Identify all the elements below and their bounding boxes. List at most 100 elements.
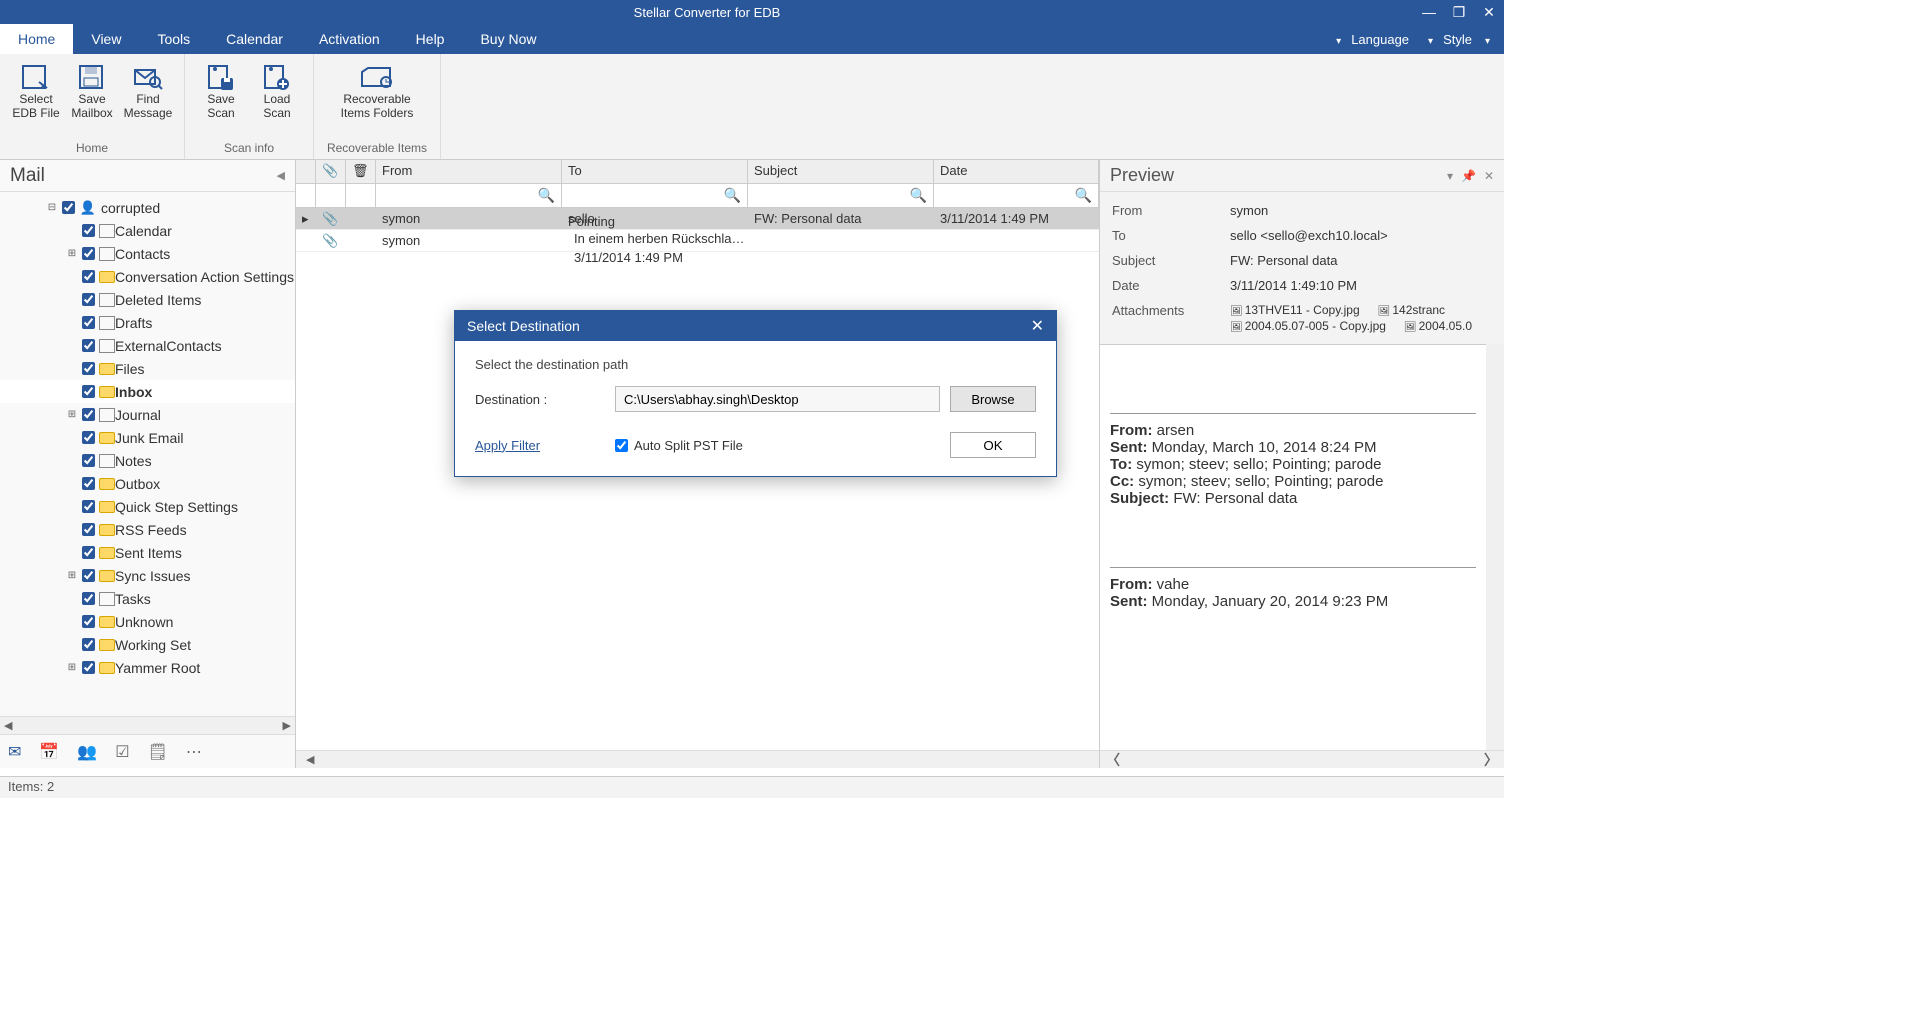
preview-dropdown-icon[interactable]: ▾ xyxy=(1447,169,1453,183)
sidebar-item-tasks[interactable]: Tasks xyxy=(0,587,295,610)
expand-icon[interactable]: ⊞ xyxy=(66,248,78,259)
tree-checkbox[interactable] xyxy=(82,592,95,605)
sidebar-item-conversation-action-settings[interactable]: Conversation Action Settings xyxy=(0,265,295,288)
calendar-view-icon[interactable]: 📅 xyxy=(39,742,59,762)
sidebar-item-sent-items[interactable]: Sent Items xyxy=(0,541,295,564)
sidebar-item-working-set[interactable]: Working Set xyxy=(0,633,295,656)
dialog-close-icon[interactable]: ✕ xyxy=(1031,316,1044,336)
minimize-icon[interactable]: — xyxy=(1414,4,1444,21)
more-views-icon[interactable]: ⋯ xyxy=(186,742,202,762)
column-subject[interactable]: Subject xyxy=(748,160,934,183)
tree-checkbox[interactable] xyxy=(82,247,95,260)
destination-input[interactable] xyxy=(615,386,940,412)
preview-pin-icon[interactable]: 📌 xyxy=(1461,169,1476,183)
expand-icon[interactable]: ⊞ xyxy=(66,409,78,420)
tree-checkbox[interactable] xyxy=(82,408,95,421)
sidebar-item-outbox[interactable]: Outbox xyxy=(0,472,295,495)
tab-calendar[interactable]: Calendar xyxy=(208,24,301,54)
style-dropdown[interactable]: Style xyxy=(1439,32,1476,47)
sidebar-scrollbar-horizontal[interactable]: ◀▶ xyxy=(0,716,295,734)
tree-checkbox[interactable] xyxy=(82,431,95,444)
close-icon[interactable]: ✕ xyxy=(1474,4,1504,21)
tasks-view-icon[interactable]: ☑ xyxy=(115,742,129,762)
sidebar-item-journal[interactable]: ⊞ Journal xyxy=(0,403,295,426)
mail-view-icon[interactable]: ✉ xyxy=(8,742,21,762)
find-message-button[interactable]: Find Message xyxy=(120,58,176,124)
tree-checkbox[interactable] xyxy=(82,615,95,628)
sidebar-collapse-icon[interactable]: ◀ xyxy=(277,169,285,182)
column-to[interactable]: To xyxy=(562,160,748,183)
tree-checkbox[interactable] xyxy=(82,362,95,375)
notes-view-icon[interactable]: 🗒 xyxy=(148,742,168,762)
preview-close-icon[interactable]: ✕ xyxy=(1484,169,1494,183)
tree-checkbox[interactable] xyxy=(62,201,75,214)
sidebar-item-calendar[interactable]: Calendar xyxy=(0,219,295,242)
language-dropdown-caret[interactable] xyxy=(1329,32,1345,47)
tree-checkbox[interactable] xyxy=(82,477,95,490)
auto-split-checkbox-label[interactable]: Auto Split PST File xyxy=(615,438,743,453)
tree-checkbox[interactable] xyxy=(82,546,95,559)
attachment-item[interactable]: 2004.05.0 xyxy=(1404,319,1472,333)
ok-button[interactable]: OK xyxy=(950,432,1036,458)
search-icon[interactable]: 🔍 xyxy=(1075,187,1092,204)
tree-checkbox[interactable] xyxy=(82,454,95,467)
load-scan-button[interactable]: Load Scan xyxy=(249,58,305,124)
sidebar-item-deleted-items[interactable]: Deleted Items xyxy=(0,288,295,311)
tree-checkbox[interactable] xyxy=(82,500,95,513)
sidebar-item-sync-issues[interactable]: ⊞ Sync Issues xyxy=(0,564,295,587)
sidebar-item-yammer-root[interactable]: ⊞ Yammer Root xyxy=(0,656,295,679)
sidebar-item-quick-step-settings[interactable]: Quick Step Settings xyxy=(0,495,295,518)
search-icon[interactable]: 🔍 xyxy=(538,187,555,204)
search-icon[interactable]: 🔍 xyxy=(724,187,741,204)
tree-checkbox[interactable] xyxy=(82,638,95,651)
recoverable-items-button[interactable]: Recoverable Items Folders xyxy=(322,58,432,124)
sidebar-item-inbox[interactable]: Inbox xyxy=(0,380,295,403)
sidebar-item-junk-email[interactable]: Junk Email xyxy=(0,426,295,449)
contacts-view-icon[interactable]: 👥 xyxy=(77,742,97,762)
tree-checkbox[interactable] xyxy=(82,385,95,398)
tab-home[interactable]: Home xyxy=(0,24,73,54)
auto-split-checkbox[interactable] xyxy=(615,439,628,452)
attachment-item[interactable]: 142stranc xyxy=(1378,303,1445,317)
tree-checkbox[interactable] xyxy=(82,523,95,536)
expand-icon[interactable]: ⊞ xyxy=(66,662,78,673)
tab-tools[interactable]: Tools xyxy=(139,24,208,54)
column-date[interactable]: Date xyxy=(934,160,1099,183)
tab-help[interactable]: Help xyxy=(398,24,463,54)
message-row[interactable]: 📎symonPointing In einem herben Rückschla… xyxy=(296,230,1099,252)
sidebar-item-rss-feeds[interactable]: RSS Feeds xyxy=(0,518,295,541)
tree-checkbox[interactable] xyxy=(82,661,95,674)
attachment-item[interactable]: 2004.05.07-005 - Copy.jpg xyxy=(1230,319,1386,333)
delete-column-icon[interactable]: 🗑 xyxy=(346,160,376,183)
save-scan-button[interactable]: Save Scan xyxy=(193,58,249,124)
style-dropdown-caret[interactable] xyxy=(1421,32,1437,47)
preview-scrollbar-vertical[interactable] xyxy=(1486,344,1504,750)
sidebar-item-files[interactable]: Files xyxy=(0,357,295,380)
expand-icon[interactable]: ⊞ xyxy=(66,570,78,581)
sidebar-item-notes[interactable]: Notes xyxy=(0,449,295,472)
apply-filter-link[interactable]: Apply Filter xyxy=(475,438,615,453)
expand-icon[interactable]: ⊟ xyxy=(46,202,58,213)
sidebar-item-unknown[interactable]: Unknown xyxy=(0,610,295,633)
tree-checkbox[interactable] xyxy=(82,569,95,582)
tab-activation[interactable]: Activation xyxy=(301,24,398,54)
language-dropdown[interactable]: Language xyxy=(1347,32,1413,47)
tab-buy-now[interactable]: Buy Now xyxy=(462,24,554,54)
attachment-item[interactable]: 13THVE11 - Copy.jpg xyxy=(1230,303,1360,317)
column-from[interactable]: From xyxy=(376,160,562,183)
sidebar-item-externalcontacts[interactable]: ExternalContacts xyxy=(0,334,295,357)
search-icon[interactable]: 🔍 xyxy=(910,187,927,204)
tree-checkbox[interactable] xyxy=(82,339,95,352)
attachment-column-icon[interactable]: 📎 xyxy=(316,160,346,183)
tree-checkbox[interactable] xyxy=(82,270,95,283)
preview-scrollbar-horizontal[interactable]: 〈〉 xyxy=(1100,750,1504,768)
tree-checkbox[interactable] xyxy=(82,316,95,329)
tree-root[interactable]: ⊟ corrupted xyxy=(0,196,295,219)
sidebar-item-drafts[interactable]: Drafts xyxy=(0,311,295,334)
message-list-scrollbar-horizontal[interactable]: ◀ xyxy=(296,750,1099,768)
tree-checkbox[interactable] xyxy=(82,224,95,237)
tab-view[interactable]: View xyxy=(73,24,139,54)
sidebar-item-contacts[interactable]: ⊞ Contacts xyxy=(0,242,295,265)
browse-button[interactable]: Browse xyxy=(950,386,1036,412)
tree-checkbox[interactable] xyxy=(82,293,95,306)
